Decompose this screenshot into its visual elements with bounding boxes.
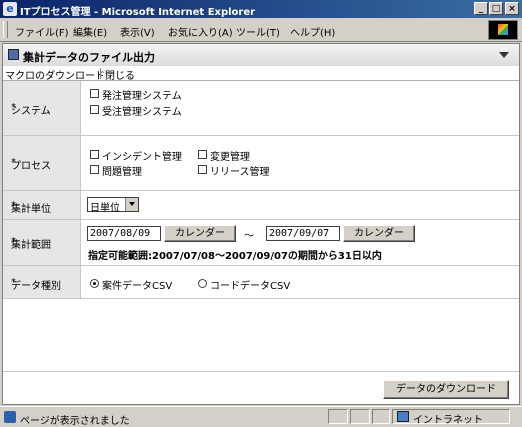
end-date-input[interactable]: 2007/09/07	[266, 226, 340, 241]
window-title: ITプロセス管理 - Microsoft Internet Explorer	[20, 7, 256, 18]
menu-tools[interactable]: ツール(T)	[236, 24, 280, 39]
status-pane	[350, 409, 370, 424]
status-bar: ページが表示されました イントラネット	[0, 406, 522, 427]
system-label-cell: システム *	[3, 81, 81, 135]
range-tilde: ～	[244, 231, 254, 242]
range-label-cell: 集計範囲 *	[3, 220, 81, 265]
process-checkbox-incident[interactable]	[90, 150, 99, 159]
process-checkbox-problem[interactable]	[90, 165, 99, 174]
datatype-row: データ種別 * 案件データCSV コードデータCSV	[3, 266, 519, 299]
menu-view[interactable]: 表示(V)	[120, 24, 155, 39]
close-button[interactable]: ×	[505, 2, 519, 15]
intranet-icon	[397, 411, 409, 422]
range-row: 集計範囲 * 2007/08/09 カレンダー ～ 2007/09/07 カレンダ…	[3, 220, 519, 266]
menu-file[interactable]: ファイル(F)	[15, 24, 69, 39]
menu-help[interactable]: ヘルプ(H)	[290, 24, 335, 39]
unit-label-cell: 集計単位 *	[3, 191, 81, 219]
process-checkbox-change[interactable]	[198, 150, 207, 159]
datatype-label-cell: データ種別 *	[3, 266, 81, 298]
menu-favorites[interactable]: お気に入り(A)	[168, 24, 233, 39]
close-panel-link[interactable]: 閉じる	[105, 67, 135, 82]
process-option-label: リリース管理	[210, 167, 270, 178]
panel-header: 集計データのファイル出力	[3, 44, 519, 66]
system-checkbox-receive[interactable]	[90, 105, 99, 114]
system-row: システム * 発注管理システム 受注管理システム	[3, 81, 519, 136]
datatype-option-label: 案件データCSV	[102, 281, 173, 292]
datatype-radio-code[interactable]	[198, 279, 207, 288]
chevron-down-icon[interactable]	[125, 198, 138, 211]
status-text: ページが表示されました	[20, 416, 130, 427]
export-icon	[8, 49, 19, 60]
unit-select-value: 日単位	[90, 203, 120, 214]
datatype-radio-case[interactable]	[90, 279, 99, 288]
unit-select[interactable]: 日単位	[87, 197, 139, 214]
process-checkbox-release[interactable]	[198, 165, 207, 174]
toolbar-grip[interactable]	[3, 21, 8, 38]
end-calendar-button[interactable]: カレンダー	[343, 225, 415, 242]
status-pane	[372, 409, 390, 424]
panel-link-bar: マクロのダウンロード 閉じる	[3, 66, 519, 82]
status-pane	[328, 409, 348, 424]
page-content: 集計データのファイル出力 マクロのダウンロード 閉じる システム * 発注管理シス…	[2, 43, 520, 405]
system-option-label: 発注管理システム	[102, 91, 182, 102]
panel-title: 集計データのファイル出力	[23, 51, 155, 64]
maximize-button[interactable]: □	[489, 2, 503, 15]
link-separator	[100, 68, 101, 79]
title-bar: e ITプロセス管理 - Microsoft Internet Explorer…	[0, 0, 522, 18]
collapse-arrow-icon[interactable]	[499, 52, 509, 58]
system-checkbox-order[interactable]	[90, 89, 99, 98]
macro-download-link[interactable]: マクロのダウンロード	[5, 67, 105, 82]
menu-edit[interactable]: 編集(E)	[73, 24, 107, 39]
start-date-input[interactable]: 2007/08/09	[87, 226, 161, 241]
unit-row: 集計単位 * 日単位	[3, 191, 519, 220]
download-data-button[interactable]: データのダウンロード	[383, 380, 509, 399]
windows-logo-icon	[488, 20, 518, 40]
process-label-cell: プロセス *	[3, 136, 81, 190]
system-option-label: 受注管理システム	[102, 107, 182, 118]
process-row: プロセス * インシデント管理 変更管理 問題管理 リリース管理	[3, 136, 519, 191]
zone-pane: イントラネット	[392, 409, 510, 426]
page-done-icon	[4, 411, 16, 423]
process-option-label: 変更管理	[210, 152, 250, 163]
range-note: 指定可能範囲:2007/07/08～2007/09/07の期間から31日以内	[88, 251, 382, 262]
menu-bar: ファイル(F) 編集(E) 表示(V) お気に入り(A) ツール(T) ヘルプ(…	[0, 18, 522, 42]
process-option-label: インシデント管理	[102, 152, 182, 163]
process-option-label: 問題管理	[102, 167, 142, 178]
ie-icon: e	[3, 2, 17, 16]
footer-divider	[3, 371, 519, 372]
datatype-option-label: コードデータCSV	[210, 281, 291, 292]
minimize-button[interactable]: _	[474, 2, 488, 15]
start-calendar-button[interactable]: カレンダー	[164, 225, 236, 242]
zone-text: イントラネット	[413, 415, 483, 426]
